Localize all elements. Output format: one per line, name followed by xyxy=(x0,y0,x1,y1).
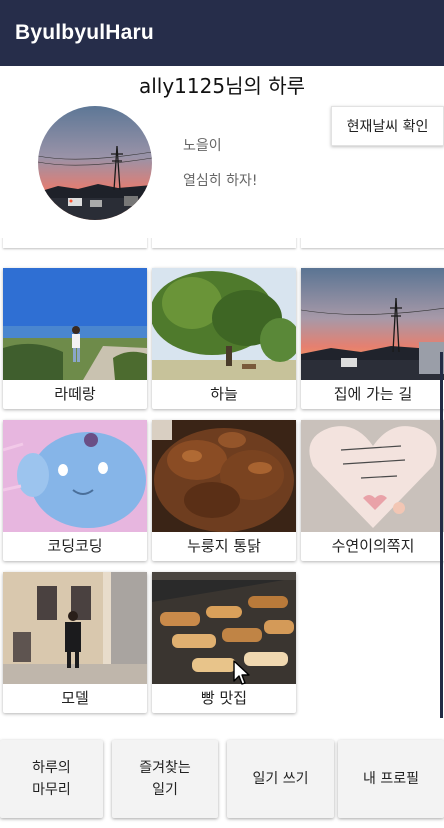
diary-card-partial[interactable] xyxy=(3,238,147,248)
my-profile-button[interactable]: 내 프로필 xyxy=(338,740,444,818)
favorite-diary-button[interactable]: 즐겨찾는 일기 xyxy=(112,740,218,818)
avatar[interactable] xyxy=(38,106,152,220)
diary-card-label: 모델 xyxy=(61,689,89,707)
greeting-title: ally1125님의 하루 xyxy=(138,74,306,98)
bakery-display-photo xyxy=(152,572,296,684)
diary-card-label: 수연이의쪽지 xyxy=(331,537,415,555)
diary-card-partial[interactable] xyxy=(301,238,444,248)
heart-note-photo xyxy=(301,420,444,532)
bottom-nav: 하루의 마무리 즐겨찾는 일기 일기 쓰기 내 프로필 xyxy=(0,730,444,828)
diary-card[interactable]: 수연이의쪽지 xyxy=(301,420,444,561)
cartoon-cat-photo xyxy=(3,420,147,532)
sunset-avatar-image xyxy=(38,106,152,220)
diary-card-label xyxy=(152,239,296,247)
profile-header: ally1125님의 하루 현재날씨 확인 노을이 열심히 하자! xyxy=(0,66,444,238)
diary-card-label: 라떼랑 xyxy=(54,385,96,403)
diary-card[interactable]: 하늘 xyxy=(152,268,296,409)
status-message: 열심히 하자! xyxy=(183,173,258,189)
tree-park-photo xyxy=(152,268,296,380)
diary-card[interactable]: 누룽지 통닭 xyxy=(152,420,296,561)
diary-card[interactable]: 모델 xyxy=(3,572,147,713)
day-wrap-up-button[interactable]: 하루의 마무리 xyxy=(0,740,103,818)
check-weather-button[interactable]: 현재날씨 확인 xyxy=(331,106,444,146)
app-bar: ByulbyulHaru xyxy=(0,0,444,66)
diary-card-label: 누룽지 통닭 xyxy=(187,537,261,555)
diary-card[interactable]: 집에 가는 길 xyxy=(301,268,444,409)
diary-card-label: 하늘 xyxy=(210,385,238,403)
mouse-cursor-icon xyxy=(233,660,250,685)
diary-card-label: 빵 맛집 xyxy=(200,689,248,707)
street-model-photo xyxy=(3,572,147,684)
roast-chicken-photo xyxy=(152,420,296,532)
diary-card[interactable]: 빵 맛집 xyxy=(152,572,296,713)
sunset-road-photo xyxy=(301,268,444,380)
beach-walk-photo xyxy=(3,268,147,380)
nickname-text: 노을이 xyxy=(183,138,222,154)
diary-card-label: 코딩코딩 xyxy=(47,537,103,555)
diary-grid[interactable]: 라떼랑 하늘 집에 가는 길 코딩코딩 누룽지 통닭 수연이의쪽지 모델 빵 맛… xyxy=(0,238,444,730)
diary-card-label: 집에 가는 길 xyxy=(333,385,413,403)
diary-card[interactable]: 라떼랑 xyxy=(3,268,147,409)
diary-card-label xyxy=(3,239,147,247)
app-title: ByulbyulHaru xyxy=(15,21,154,44)
diary-card-partial[interactable] xyxy=(152,238,296,248)
grid-scrollbar[interactable] xyxy=(440,352,443,718)
diary-card-label xyxy=(301,239,444,247)
diary-card[interactable]: 코딩코딩 xyxy=(3,420,147,561)
write-diary-button[interactable]: 일기 쓰기 xyxy=(227,740,334,818)
partial-row xyxy=(0,238,444,248)
